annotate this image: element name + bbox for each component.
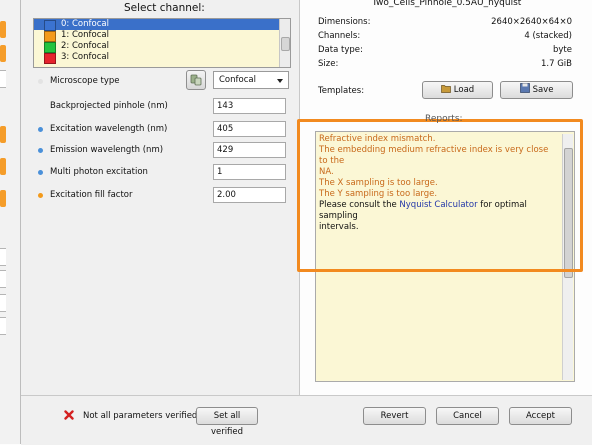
left-strip-field[interactable] — [0, 294, 6, 312]
image-filename: Two_Cells_Pinhole_0.5AU_nyquist — [372, 0, 522, 8]
param-label: Excitation fill factor — [50, 190, 133, 200]
scrollbar-thumb[interactable] — [564, 148, 573, 278]
reports-box: Refractive index mismatch. The embedding… — [315, 131, 575, 382]
left-strip-tab[interactable] — [0, 21, 6, 38]
info-value: 2640×2640×64×0 — [491, 17, 572, 27]
channel-list-item[interactable]: 0: Confocal — [34, 19, 290, 31]
param-row-multiphoton: Multi photon excitation 1 — [38, 164, 293, 181]
nyquist-calculator-link[interactable]: Nyquist Calculator — [399, 200, 477, 210]
reports-content: Refractive index mismatch. The embedding… — [316, 132, 558, 233]
report-consult-line: Please consult the Nyquist Calculator fo… — [316, 200, 558, 222]
channel-list-item[interactable]: 3: Confocal — [34, 52, 290, 64]
microscope-icon — [190, 74, 202, 86]
param-label: Excitation wavelength (nm) — [50, 124, 168, 134]
excitation-wavelength-input[interactable]: 405 — [213, 121, 286, 137]
info-label: Data type: — [318, 45, 363, 55]
save-disk-icon — [519, 83, 530, 93]
report-warning: NA. — [319, 167, 334, 177]
channel-list-scrollbar[interactable] — [279, 19, 290, 67]
info-value: 1.7 GiB — [541, 59, 572, 69]
chevron-down-icon — [277, 79, 283, 83]
verification-status: Not all parameters verified — [83, 411, 198, 421]
report-warning: The X sampling is too large. — [319, 178, 438, 188]
consult-prefix: Please consult the — [319, 200, 400, 210]
left-strip-field[interactable] — [0, 70, 6, 88]
save-label: Save — [532, 85, 554, 95]
channel-color-swatch — [44, 53, 56, 64]
accept-button[interactable]: Accept — [509, 407, 572, 425]
microscope-type-select[interactable]: Confocal — [213, 71, 289, 89]
load-template-button[interactable]: Load — [422, 81, 493, 99]
channel-list-item[interactable]: 1: Confocal — [34, 30, 290, 42]
channel-label: 1: Confocal — [61, 30, 109, 40]
param-label: Emission wavelength (nm) — [50, 145, 164, 155]
param-row-fill-factor: Excitation fill factor 2.00 — [38, 187, 293, 204]
microscope-type-value: Confocal — [219, 75, 256, 85]
info-value: byte — [553, 45, 572, 55]
param-row-pinhole: Backprojected pinhole (nm) 143 — [38, 98, 293, 115]
param-row-excitation: Excitation wavelength (nm) 405 — [38, 121, 293, 138]
left-strip-tab[interactable] — [0, 45, 6, 62]
left-strip-field[interactable] — [0, 248, 6, 266]
report-warning: The embedding medium refractive index is… — [319, 145, 549, 166]
info-label: Size: — [318, 59, 339, 69]
status-bullet-icon — [38, 79, 43, 84]
report-warning: Refractive index mismatch. — [319, 134, 436, 144]
multiphoton-input[interactable]: 1 — [213, 164, 286, 180]
pinhole-input[interactable]: 143 — [213, 98, 286, 114]
revert-button[interactable]: Revert — [363, 407, 426, 425]
param-label: Multi photon excitation — [50, 167, 148, 177]
status-bullet-icon — [38, 148, 43, 153]
channel-label: 3: Confocal — [61, 52, 109, 62]
param-row-emission: Emission wavelength (nm) 429 — [38, 142, 293, 159]
fill-factor-input[interactable]: 2.00 — [213, 187, 286, 203]
reports-title: Reports: — [425, 114, 463, 124]
left-strip-tab[interactable] — [0, 126, 6, 143]
folder-icon — [440, 85, 451, 93]
channel-label: 0: Confocal — [61, 19, 109, 29]
info-label: Dimensions: — [318, 17, 371, 27]
emission-wavelength-input[interactable]: 429 — [213, 142, 286, 158]
error-x-icon — [64, 410, 74, 420]
info-value: 4 (stacked) — [524, 31, 572, 41]
channel-label: 2: Confocal — [61, 41, 109, 51]
status-bullet-icon — [38, 104, 43, 109]
left-strip-tab[interactable] — [0, 158, 6, 175]
left-strip-field[interactable] — [0, 317, 6, 335]
left-strip-field[interactable] — [0, 270, 6, 288]
templates-label: Templates: — [318, 86, 365, 96]
select-channel-title: Select channel: — [124, 2, 205, 14]
param-label: Backprojected pinhole (nm) — [50, 101, 168, 111]
info-label: Channels: — [318, 31, 361, 41]
microscope-settings-button[interactable] — [186, 70, 206, 90]
cancel-button[interactable]: Cancel — [436, 407, 499, 425]
channel-list-item[interactable]: 2: Confocal — [34, 41, 290, 53]
reports-scrollbar[interactable] — [562, 134, 573, 380]
save-template-button[interactable]: Save — [500, 81, 573, 99]
status-bullet-icon — [38, 170, 43, 175]
left-strip-tab[interactable] — [0, 190, 6, 207]
channel-listbox[interactable]: 0: Confocal 1: Confocal 2: Confocal 3: C… — [33, 18, 291, 68]
scrollbar-thumb[interactable] — [281, 37, 290, 51]
status-bullet-icon — [38, 127, 43, 132]
set-all-verified-button[interactable]: Set all verified — [196, 407, 258, 437]
left-panel-strip — [0, 0, 21, 444]
report-warning: The Y sampling is too large. — [319, 189, 438, 199]
report-consult-line: intervals. — [319, 222, 359, 232]
microscope-type-label: Microscope type — [50, 76, 120, 86]
status-bullet-icon — [38, 193, 43, 198]
load-label: Load — [453, 85, 475, 95]
